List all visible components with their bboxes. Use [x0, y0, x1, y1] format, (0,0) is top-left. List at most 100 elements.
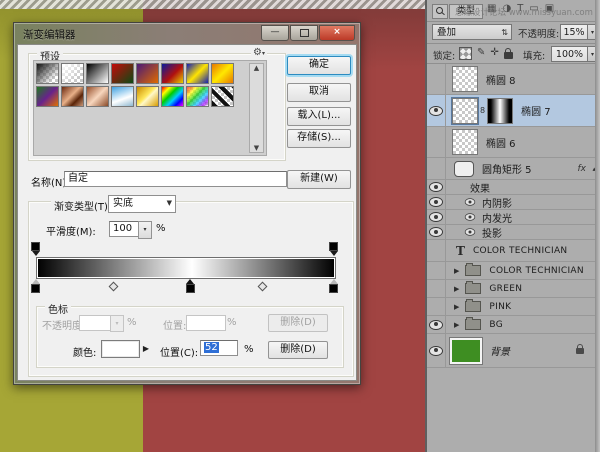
smoothness-input[interactable]: 100 [109, 221, 141, 237]
ok-button[interactable]: 确定 [287, 56, 351, 75]
effect-eye-icon[interactable] [465, 228, 476, 236]
fx-badge[interactable]: fx [578, 164, 587, 174]
opacity-input [79, 315, 113, 331]
lock-move-icon[interactable]: ✛ [490, 47, 498, 60]
visibility-eye-icon[interactable] [427, 95, 446, 126]
layer-row-5[interactable]: 内阴影 [427, 195, 600, 210]
maximize-button[interactable] [290, 25, 318, 41]
panel-opacity-value[interactable]: 15% [560, 24, 588, 40]
visibility-toggle-empty[interactable] [427, 298, 446, 315]
color-stop[interactable] [31, 279, 40, 292]
visibility-toggle-empty[interactable] [427, 240, 446, 261]
layers-panel: 类型 ▦◑T▭▣ 思缘设计论坛 www.missyuan.com 叠加⇅ 不透明… [425, 0, 600, 452]
new-button[interactable]: 新建(W) [287, 170, 351, 189]
stops-label: 色标 [45, 301, 71, 316]
lock-paint-brush-icon[interactable]: ✎ [477, 47, 485, 60]
visibility-toggle-empty[interactable] [427, 280, 446, 297]
layer-row-2[interactable]: 椭圆 6 [427, 127, 600, 158]
minimize-button[interactable]: — [261, 25, 289, 41]
color-picker-arrow-icon[interactable]: ▶ [140, 340, 152, 358]
preset-scrollbar[interactable]: ▲ ▼ [249, 63, 264, 153]
gradient-preset-transparent-rainbow[interactable] [186, 86, 209, 107]
gradient-preset-blue-yellow-blue[interactable] [186, 63, 209, 84]
save-button[interactable]: 存储(S)... [287, 129, 351, 148]
gradient-preset-blue-red-yellow[interactable] [161, 63, 184, 84]
gradient-preset-violet-orange[interactable] [136, 63, 159, 84]
layer-row-group-9[interactable]: ▶COLOR TECHNICIAN [427, 262, 600, 280]
background-thumbnail[interactable] [450, 338, 482, 364]
gradient-preset-gold[interactable] [136, 86, 159, 107]
load-button[interactable]: 载入(L)... [287, 107, 351, 126]
lock-all-icon[interactable] [504, 52, 513, 59]
visibility-toggle-empty[interactable] [427, 127, 446, 157]
layer-name: BG [489, 320, 503, 330]
layer-row-1[interactable]: 8椭圆 7 [427, 95, 600, 127]
screenshot-root: 渐变编辑器 — × 预设 ⚙▾ ▲ ▼ 确定 取消 [0, 0, 600, 452]
gradient-preset-foreground-to-transparent[interactable] [36, 63, 59, 84]
expand-triangle-icon[interactable]: ▶ [454, 285, 459, 293]
layer-filter-row: 类型 ▦◑T▭▣ 思缘设计论坛 www.missyuan.com [429, 2, 598, 20]
gradient-type-select[interactable]: 实底▼ [108, 195, 176, 213]
opacity-stop[interactable] [329, 242, 338, 255]
layer-thumbnail[interactable] [452, 129, 478, 155]
visibility-eye-icon[interactable] [427, 316, 446, 333]
effect-eye-icon[interactable] [465, 198, 476, 206]
layer-row-7[interactable]: 投影 [427, 225, 600, 240]
visibility-eye-icon[interactable] [427, 225, 446, 239]
layer-row-0[interactable]: 椭圆 8 [427, 64, 600, 95]
visibility-eye-icon[interactable] [427, 195, 446, 209]
layer-row-8[interactable]: TCOLOR TECHNICIAN [427, 240, 600, 262]
expand-triangle-icon[interactable]: ▶ [454, 267, 459, 275]
gradient-preset-transparent-stripes[interactable] [211, 86, 234, 107]
effect-eye-icon[interactable] [465, 213, 476, 221]
layer-row-6[interactable]: 内发光 [427, 210, 600, 225]
layer-row-4[interactable]: 效果 [427, 180, 600, 195]
gradient-preset-spectrum[interactable] [161, 86, 184, 107]
color-stop[interactable] [329, 279, 338, 292]
position-input[interactable]: 52 [200, 340, 238, 356]
gradient-bar[interactable] [36, 257, 336, 279]
gradient-preset-black-white[interactable] [86, 63, 109, 84]
gradient-preset-red-green[interactable] [111, 63, 134, 84]
gradient-preset-copper-dark[interactable] [61, 86, 84, 107]
gradient-preset-orange-yellow-orange[interactable] [211, 63, 234, 84]
layer-thumbnail[interactable] [452, 98, 478, 124]
visibility-toggle-empty[interactable] [427, 64, 446, 94]
scroll-down-icon[interactable]: ▼ [250, 144, 263, 152]
lock-transparency-icon[interactable] [459, 47, 472, 60]
rounded-rect-thumbnail[interactable] [454, 161, 474, 177]
blend-mode-select[interactable]: 叠加⇅ [432, 24, 512, 40]
layer-row-group-11[interactable]: ▶PINK [427, 298, 600, 316]
color-delete-button[interactable]: 删除(D) [268, 341, 328, 359]
layer-name: COLOR TECHNICIAN [473, 246, 568, 256]
blend-mode-row: 叠加⇅ 不透明度: 15% ▾ [429, 23, 598, 42]
cancel-button[interactable]: 取消 [287, 83, 351, 102]
search-icon[interactable] [432, 4, 448, 19]
gradient-preset-violet-green-orange[interactable] [36, 86, 59, 107]
color-swatch[interactable] [101, 340, 140, 358]
gear-icon[interactable]: ⚙▾ [251, 47, 267, 58]
expand-triangle-icon[interactable]: ▶ [454, 321, 459, 329]
layer-row-3[interactable]: 圆角矩形 5fx▴ [427, 158, 600, 180]
layer-row-13[interactable]: 背景 [427, 334, 600, 368]
smoothness-spinner[interactable]: ▾ [138, 221, 152, 239]
gradient-preset-copper[interactable] [86, 86, 109, 107]
opacity-stop[interactable] [31, 242, 40, 255]
gradient-preset-chrome-sky[interactable] [111, 86, 134, 107]
layer-row-group-12[interactable]: ▶ BG [427, 316, 600, 334]
visibility-eye-icon[interactable] [427, 210, 446, 224]
layer-thumbnail[interactable] [452, 66, 478, 92]
fill-value[interactable]: 100% [551, 46, 588, 62]
name-input[interactable]: 自定 [64, 171, 287, 187]
gradient-preset-white-to-transparent[interactable] [61, 63, 84, 84]
visibility-toggle-empty[interactable] [427, 262, 446, 279]
visibility-eye-icon[interactable] [427, 180, 446, 194]
visibility-toggle-empty[interactable] [427, 158, 446, 179]
layer-row-group-10[interactable]: ▶GREEN [427, 280, 600, 298]
scroll-up-icon[interactable]: ▲ [250, 64, 263, 72]
visibility-eye-icon[interactable] [427, 334, 446, 367]
close-button[interactable]: × [319, 25, 355, 41]
expand-triangle-icon[interactable]: ▶ [454, 303, 459, 311]
color-stop[interactable] [186, 279, 195, 292]
vector-mask-thumbnail[interactable] [487, 98, 513, 124]
